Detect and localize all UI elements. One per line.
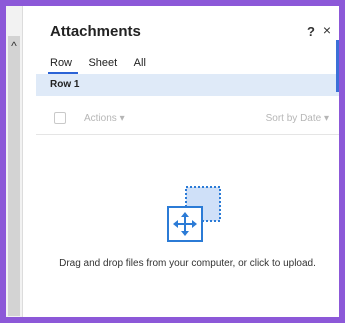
select-all-checkbox[interactable] (54, 112, 66, 124)
tab-sheet[interactable]: Sheet (88, 57, 117, 72)
rail-scrollbar[interactable] (8, 36, 20, 316)
attachments-panel: Attachments ? × Row Sheet All Row 1 Acti… (36, 6, 339, 317)
tab-all[interactable]: All (134, 57, 146, 72)
attachment-tabs: Row Sheet All (47, 53, 158, 74)
sort-dropdown[interactable]: Sort by Date ▾ (266, 113, 329, 124)
move-arrows-icon (167, 186, 221, 242)
help-button[interactable]: ? (307, 24, 315, 39)
upload-dropzone[interactable]: Drag and drop files from your computer, … (36, 135, 339, 317)
dropzone-instructions: Drag and drop files from your computer, … (59, 258, 316, 269)
attachments-window: ^ Attachments ? × Row Sheet All Row 1 Ac… (6, 6, 339, 317)
left-rail: ^ (6, 6, 23, 317)
collapse-caret-icon[interactable]: ^ (8, 40, 20, 52)
actions-dropdown[interactable]: Actions ▾ (84, 113, 125, 124)
right-scrollbar[interactable] (336, 40, 339, 92)
attachments-toolbar: Actions ▾ Sort by Date ▾ (36, 108, 339, 132)
tab-row[interactable]: Row (47, 57, 79, 74)
row-label: Row 1 (50, 79, 80, 90)
panel-title: Attachments (50, 23, 141, 40)
row-header: Row 1 (36, 74, 339, 96)
close-button[interactable]: × (323, 22, 331, 38)
